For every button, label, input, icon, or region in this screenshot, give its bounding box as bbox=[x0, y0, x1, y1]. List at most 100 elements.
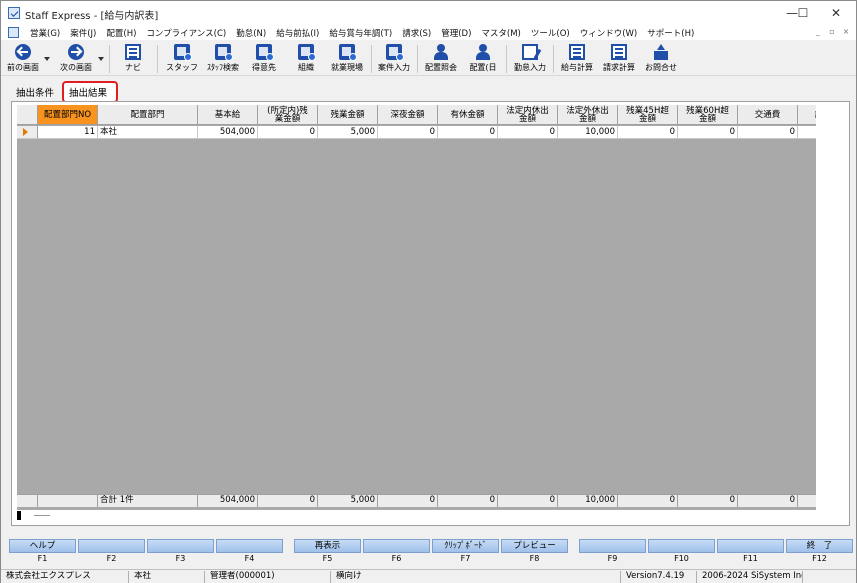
close-button[interactable]: ✕ bbox=[814, 1, 857, 25]
toolbar-separator bbox=[157, 45, 158, 73]
f6-button[interactable] bbox=[363, 539, 430, 553]
tab-extraction-conditions[interactable]: 抽出条件 bbox=[16, 85, 54, 99]
f10-button[interactable] bbox=[648, 539, 715, 553]
toolbar-payroll-calc-button[interactable]: 給与計算 bbox=[557, 43, 597, 74]
mdi-restore-button[interactable]: ▫ bbox=[826, 26, 838, 38]
chevron-down-icon[interactable] bbox=[44, 57, 50, 61]
menu-compliance[interactable]: コンプライアンス(C) bbox=[141, 27, 231, 39]
menu-sales[interactable]: 営業(G) bbox=[25, 27, 65, 39]
f11-button[interactable] bbox=[717, 539, 784, 553]
toolbar-job-entry-button[interactable]: 案件入力 bbox=[374, 43, 414, 74]
exit-button[interactable]: 終 了 bbox=[786, 539, 853, 553]
menu-billing[interactable]: 請求(S) bbox=[397, 27, 436, 39]
toolbar-organization-button[interactable]: 組織 bbox=[288, 43, 324, 74]
assignment-daily-icon bbox=[475, 44, 491, 60]
total-scheduled-overtime: 0 bbox=[258, 494, 318, 507]
menu-attendance[interactable]: 勤怠(N) bbox=[231, 27, 271, 39]
cell-scheduled-overtime[interactable]: 0 bbox=[258, 126, 318, 139]
arrow-right-icon bbox=[68, 44, 84, 60]
toolbar-forward-button[interactable]: 次の画面 bbox=[56, 43, 96, 74]
col-header-paid-leave[interactable]: 有休金額 bbox=[438, 105, 498, 125]
document-icon[interactable] bbox=[8, 27, 19, 38]
cell-adjustment[interactable] bbox=[798, 126, 816, 139]
fkey-f2: F2 bbox=[78, 539, 145, 567]
col-header-base-salary[interactable]: 基本給 bbox=[198, 105, 258, 125]
toolbar-worksite-button[interactable]: 就業現場 bbox=[326, 43, 368, 74]
table-row[interactable]: 11 本社 504,000 0 5,000 0 0 0 10,000 0 0 0 bbox=[17, 126, 816, 139]
fkey-f12: 終 了 F12 bbox=[786, 539, 853, 567]
total-base-salary: 504,000 bbox=[198, 494, 258, 507]
cell-overtime-60h[interactable]: 0 bbox=[678, 126, 738, 139]
menu-salary-advance[interactable]: 給与前払(I) bbox=[271, 27, 324, 39]
menu-window[interactable]: ウィンドウ(W) bbox=[575, 27, 643, 39]
col-header-night[interactable]: 深夜金額 bbox=[378, 105, 438, 125]
results-grid[interactable]: 配置部門NO 配置部門 基本給 (所定内)残 業金額 残業金額 深夜金額 有休金… bbox=[17, 105, 816, 510]
worksite-icon bbox=[339, 44, 357, 61]
vertical-scrollbar[interactable] bbox=[816, 105, 830, 510]
menu-assignment[interactable]: 配置(H) bbox=[101, 27, 141, 39]
toolbar-staff-search-button[interactable]: ｽﾀｯﾌ検索 bbox=[202, 43, 244, 74]
menu-management[interactable]: 管理(D) bbox=[436, 27, 476, 39]
refresh-button[interactable]: 再表示 bbox=[294, 539, 361, 553]
cell-dept-no[interactable]: 11 bbox=[38, 126, 98, 139]
total-transport: 0 bbox=[738, 494, 798, 507]
col-header-adjustment[interactable]: 調整金 bbox=[798, 105, 816, 125]
mdi-minimize-button[interactable]: _ bbox=[812, 26, 824, 38]
fkey-f11: F11 bbox=[717, 539, 784, 567]
cell-nonlegal-holiday-work[interactable]: 10,000 bbox=[558, 126, 618, 139]
col-header-nonlegal-holiday-work[interactable]: 法定外休出 金額 bbox=[558, 105, 618, 125]
toolbar-separator bbox=[417, 45, 418, 73]
col-header-dept[interactable]: 配置部門 bbox=[98, 105, 198, 125]
staff-icon bbox=[174, 44, 192, 61]
total-label: 合計 1件 bbox=[98, 494, 198, 507]
cell-legal-holiday-work[interactable]: 0 bbox=[498, 126, 558, 139]
horizontal-scrollbar-track[interactable] bbox=[34, 515, 50, 516]
chevron-down-icon[interactable] bbox=[98, 57, 104, 61]
f9-button[interactable] bbox=[579, 539, 646, 553]
toolbar-staff-button[interactable]: スタッフ bbox=[164, 43, 200, 74]
cell-night[interactable]: 0 bbox=[378, 126, 438, 139]
toolbar-client-button[interactable]: 得意先 bbox=[246, 43, 282, 74]
f3-button[interactable] bbox=[147, 539, 214, 553]
row-header[interactable] bbox=[17, 126, 38, 139]
menu-jobs[interactable]: 案件(J) bbox=[65, 27, 101, 39]
fkey-f10: F10 bbox=[648, 539, 715, 567]
col-header-overtime-45h[interactable]: 残業45H超 金額 bbox=[618, 105, 678, 125]
mdi-controls: _ ▫ × bbox=[812, 26, 852, 38]
toolbar-inquiry-button[interactable]: お問合せ bbox=[641, 43, 681, 74]
menu-tools[interactable]: ツール(O) bbox=[526, 27, 575, 39]
col-header-scheduled-overtime[interactable]: (所定内)残 業金額 bbox=[258, 105, 318, 125]
toolbar-navi-button[interactable]: ナビ bbox=[115, 43, 151, 74]
col-header-overtime[interactable]: 残業金額 bbox=[318, 105, 378, 125]
help-button[interactable]: ヘルプ bbox=[9, 539, 76, 553]
cell-paid-leave[interactable]: 0 bbox=[438, 126, 498, 139]
col-header-transport[interactable]: 交通費 bbox=[738, 105, 798, 125]
cell-base-salary[interactable]: 504,000 bbox=[198, 126, 258, 139]
horizontal-scrollbar-thumb[interactable] bbox=[17, 511, 21, 520]
clipboard-button[interactable]: ｸﾘｯﾌﾟﾎﾞｰﾄﾞ bbox=[432, 539, 499, 553]
status-version: Version7.4.19 bbox=[623, 571, 697, 583]
cell-overtime[interactable]: 5,000 bbox=[318, 126, 378, 139]
col-header-overtime-60h[interactable]: 残業60H超 金額 bbox=[678, 105, 738, 125]
toolbar-billing-calc-button[interactable]: 請求計算 bbox=[599, 43, 639, 74]
col-header-dept-no[interactable]: 配置部門NO bbox=[38, 105, 98, 125]
preview-button[interactable]: プレビュー bbox=[501, 539, 568, 553]
menu-payroll[interactable]: 給与賞与年調(T) bbox=[324, 27, 397, 39]
toolbar-assignment-inquiry-button[interactable]: 配置照会 bbox=[421, 43, 461, 74]
menu-support[interactable]: サポート(H) bbox=[642, 27, 699, 39]
col-header-legal-holiday-work[interactable]: 法定内休出 金額 bbox=[498, 105, 558, 125]
cell-dept[interactable]: 本社 bbox=[98, 126, 198, 139]
mdi-close-button[interactable]: × bbox=[840, 26, 852, 38]
cell-transport[interactable]: 0 bbox=[738, 126, 798, 139]
f2-button[interactable] bbox=[78, 539, 145, 553]
status-bar: 株式会社エクスプレス 本社 管理者(000001) 横向け Version7.4… bbox=[1, 569, 856, 583]
toolbar-back-button[interactable]: 前の画面 bbox=[4, 43, 42, 74]
menu-master[interactable]: マスタ(M) bbox=[476, 27, 525, 39]
f4-button[interactable] bbox=[216, 539, 283, 553]
toolbar-attendance-entry-button[interactable]: 勤怠入力 bbox=[510, 43, 550, 74]
toolbar-assignment-daily-button[interactable]: 配置(日 bbox=[463, 43, 503, 74]
tab-extraction-results[interactable]: 抽出結果 bbox=[69, 85, 107, 99]
fkey-f5: 再表示 F5 bbox=[294, 539, 361, 567]
total-paid-leave: 0 bbox=[438, 494, 498, 507]
cell-overtime-45h[interactable]: 0 bbox=[618, 126, 678, 139]
